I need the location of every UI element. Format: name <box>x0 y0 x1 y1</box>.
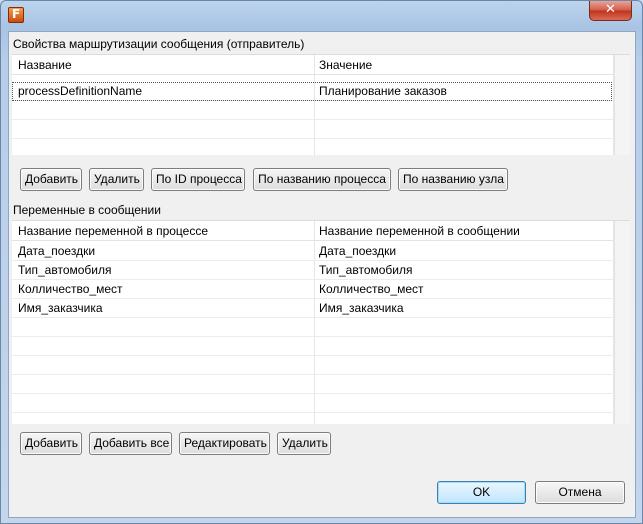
cell-process-variable: Дата_поездки <box>18 244 96 258</box>
dialog-content: Свойства маршрутизации сообщения (отправ… <box>8 31 636 518</box>
variables-edit-button[interactable]: Редактировать <box>179 432 270 455</box>
cell-process-variable: Имя_заказчика <box>18 301 103 315</box>
column-header-message-variable[interactable]: Название переменной в сообщении <box>314 221 520 241</box>
by-process-id-button[interactable]: По ID процесса <box>151 168 245 191</box>
cell-process-variable: Колличество_мест <box>18 282 123 296</box>
routing-section-title: Свойства маршрутизации сообщения (отправ… <box>13 37 305 51</box>
empty-row <box>12 120 614 139</box>
column-header-value[interactable]: Значение <box>314 55 372 75</box>
variables-section-title: Переменные в сообщении <box>13 203 161 217</box>
routing-properties-table: Название Значение processDefinitionName … <box>12 54 630 155</box>
vertical-scrollbar[interactable] <box>614 55 630 155</box>
by-process-name-button[interactable]: По названию процесса <box>253 168 391 191</box>
empty-row <box>12 375 614 394</box>
title-bar[interactable]: ✕ <box>1 1 642 29</box>
empty-row <box>12 139 614 155</box>
empty-row <box>12 101 614 120</box>
cell-message-variable: Колличество_мест <box>319 282 424 296</box>
vertical-scrollbar[interactable] <box>614 221 630 424</box>
close-button[interactable]: ✕ <box>589 1 632 21</box>
empty-row <box>12 337 614 356</box>
empty-row <box>12 356 614 375</box>
dialog-window: ✕ Свойства маршрутизации сообщения (отпр… <box>0 0 643 524</box>
table-row[interactable]: Колличество_мест Колличество_мест <box>12 280 614 299</box>
cell-name: processDefinitionName <box>18 84 143 98</box>
table-row[interactable]: Дата_поездки Дата_поездки <box>12 242 614 261</box>
cell-value: Планирование заказов <box>319 84 447 98</box>
empty-row <box>12 318 614 337</box>
cell-process-variable: Тип_автомобиля <box>18 263 112 277</box>
variables-add-button[interactable]: Добавить <box>20 432 82 455</box>
ok-button[interactable]: OK <box>437 481 526 504</box>
variables-add-all-button[interactable]: Добавить все <box>89 432 172 455</box>
variables-delete-button[interactable]: Удалить <box>277 432 331 455</box>
variables-table-header: Название переменной в процессе Название … <box>12 221 614 241</box>
column-header-name[interactable]: Название <box>13 55 72 75</box>
cell-message-variable: Тип_автомобиля <box>319 263 413 277</box>
table-row[interactable]: processDefinitionName Планирование заказ… <box>12 82 612 101</box>
routing-delete-button[interactable]: Удалить <box>89 168 144 191</box>
table-row[interactable]: Имя_заказчика Имя_заказчика <box>12 299 614 318</box>
cell-message-variable: Имя_заказчика <box>319 301 404 315</box>
column-header-process-variable[interactable]: Название переменной в процессе <box>13 221 208 241</box>
by-node-name-button[interactable]: По названию узла <box>398 168 508 191</box>
app-logo-icon <box>8 7 24 23</box>
table-row[interactable]: Тип_автомобиля Тип_автомобиля <box>12 261 614 280</box>
cell-message-variable: Дата_поездки <box>319 244 397 258</box>
routing-table-header: Название Значение <box>12 55 614 75</box>
empty-row <box>12 394 614 413</box>
message-variables-table: Название переменной в процессе Название … <box>12 220 630 424</box>
routing-add-button[interactable]: Добавить <box>20 168 82 191</box>
cancel-button[interactable]: Отмена <box>535 481 625 504</box>
